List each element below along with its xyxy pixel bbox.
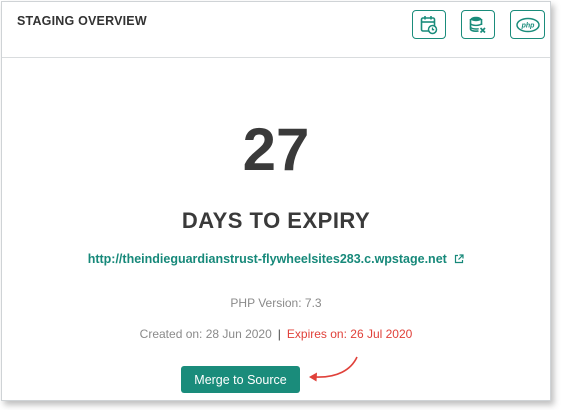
card-header: STAGING OVERVIEW php [2, 2, 550, 58]
staging-site-url: http://theindieguardianstrust-flywheelsi… [87, 252, 447, 266]
annotation-arrow-icon [309, 356, 358, 382]
php-icon: php [515, 17, 540, 32]
staging-overview-card: STAGING OVERVIEW php 27 DAYS TO EXPIRY h… [1, 1, 551, 401]
php-version: PHP Version: 7.3 [230, 296, 322, 310]
days-to-expiry-label: DAYS TO EXPIRY [181, 208, 371, 233]
php-settings-button[interactable]: php [510, 10, 545, 39]
staging-dates: Created on: 28 Jun 2020 | Expires on: 26 J… [2, 327, 550, 341]
remove-database-button[interactable] [461, 10, 495, 39]
database-remove-icon [469, 16, 486, 33]
date-separator: | [277, 327, 281, 341]
schedule-button[interactable] [412, 10, 446, 39]
merge-to-source-button[interactable]: Merge to Source [181, 366, 300, 393]
card-title: STAGING OVERVIEW [17, 14, 147, 28]
staging-site-link[interactable]: http://theindieguardianstrust-flywheelsi… [2, 252, 550, 266]
calendar-clock-icon [420, 15, 438, 34]
svg-text:php: php [520, 22, 535, 29]
expiry-date: Expires on: 26 Jul 2020 [286, 327, 413, 341]
days-count: 27 [242, 116, 310, 183]
created-date: Created on: 28 Jun 2020 [139, 327, 272, 341]
external-link-icon [455, 254, 464, 264]
